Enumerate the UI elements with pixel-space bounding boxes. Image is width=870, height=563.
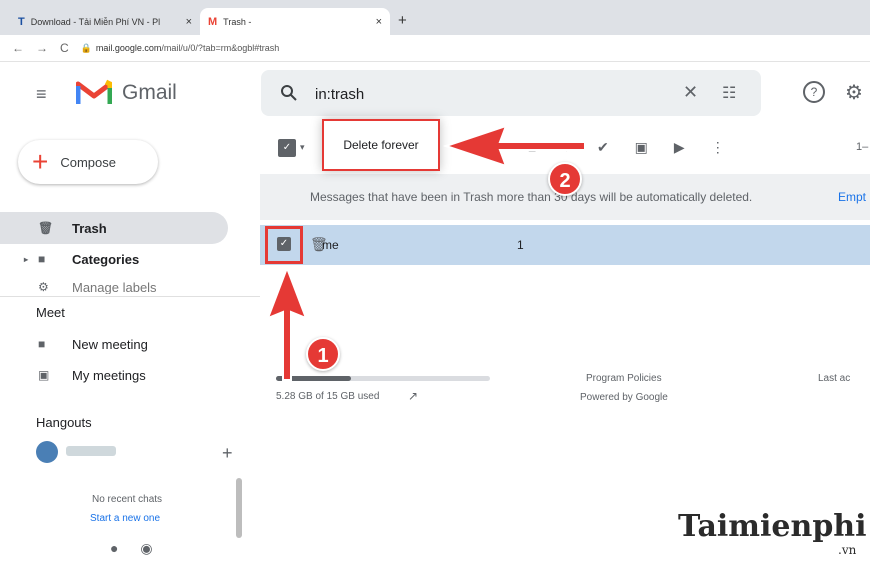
sidebar-item-trash[interactable]: 🗑 Trash xyxy=(0,212,228,244)
label-icon[interactable]: ▶ xyxy=(674,139,685,156)
move-to-icon[interactable]: ▣ xyxy=(635,139,648,156)
snooze-icon[interactable]: ◔ xyxy=(562,139,570,156)
tab-gmail-trash[interactable]: M Trash - × xyxy=(200,8,390,35)
message-count: 1 xyxy=(517,238,524,252)
message-sender: me xyxy=(322,238,339,252)
no-recent-chats-text: No recent chats xyxy=(92,494,163,505)
add-task-icon[interactable]: ✔ xyxy=(597,139,609,156)
sidebar-item-label: New meeting xyxy=(72,336,148,352)
chat-bubble-icon[interactable]: ◉ xyxy=(140,540,152,556)
url-host: mail.google.com xyxy=(95,43,162,53)
table-row[interactable] xyxy=(260,225,870,265)
reload-button[interactable]: C xyxy=(60,41,69,55)
sidebar-item-label: My meetings xyxy=(72,367,146,383)
compose-label: Compose xyxy=(60,154,116,170)
compose-plus-icon: + xyxy=(32,146,49,177)
open-storage-icon[interactable]: ↗ xyxy=(408,389,418,403)
delete-forever-button[interactable]: Delete forever xyxy=(322,119,440,171)
watermark-suffix: .vn xyxy=(838,543,857,557)
sidebar-item-categories[interactable]: ▸ ■ Categories xyxy=(0,243,139,275)
main-menu-icon[interactable]: ≡ xyxy=(36,84,47,105)
address-bar[interactable]: mail.google.com/mail/u/0/?tab=rm&ogbl#tr… xyxy=(96,43,279,53)
gmail-logo-icon xyxy=(76,79,112,104)
bottom-bar: ● ◉ xyxy=(110,540,153,557)
sidebar-item-my-meetings[interactable]: ▣ My meetings xyxy=(0,359,146,391)
select-all-checkbox[interactable]: ✓ xyxy=(278,139,296,157)
step-1-badge: 1 xyxy=(306,337,340,371)
banner-text: Messages that have been in Trash more th… xyxy=(310,190,753,204)
person-icon[interactable]: ● xyxy=(110,540,118,556)
settings-gear-icon[interactable]: ⚙ xyxy=(845,80,863,105)
meet-heading: Meet xyxy=(36,305,65,320)
more-options-icon[interactable]: ⋮ xyxy=(711,139,725,156)
trash-icon: 🗑 xyxy=(38,221,54,235)
app-name: Gmail xyxy=(122,81,177,104)
video-icon: ■ xyxy=(38,337,46,351)
select-dropdown-icon[interactable]: ▾ xyxy=(300,142,305,153)
tab-close-icon[interactable]: × xyxy=(376,16,382,28)
tab-title: Download - Tải Miễn Phí VN - Pl xyxy=(30,16,161,27)
search-input[interactable]: in:trash xyxy=(315,86,364,103)
new-tab-button[interactable]: + xyxy=(398,12,407,29)
sidebar-item-manage-labels[interactable]: ⚙ Manage labels xyxy=(0,280,157,294)
search-icon[interactable] xyxy=(280,84,298,102)
search-options-icon[interactable]: ☷ xyxy=(722,83,736,103)
archive-icon[interactable]: ■ xyxy=(528,139,536,156)
program-policies-link[interactable]: Program Policies xyxy=(586,373,662,384)
tab-favicon: T xyxy=(18,15,25,28)
powered-by-google: Powered by Google xyxy=(580,392,668,403)
back-button[interactable]: ← xyxy=(12,41,24,55)
hangouts-user-name-blurred xyxy=(66,446,116,456)
expand-arrow-icon[interactable]: ▸ xyxy=(24,255,28,264)
sidebar-item-label: Manage labels xyxy=(72,280,157,294)
sidebar-scrollbar[interactable] xyxy=(236,478,242,538)
help-icon[interactable]: ? xyxy=(803,81,825,103)
hangouts-heading: Hangouts xyxy=(36,415,92,430)
avatar[interactable] xyxy=(36,441,58,463)
divider xyxy=(0,296,260,297)
gear-icon: ⚙ xyxy=(38,280,49,294)
tab-close-icon[interactable]: × xyxy=(186,16,192,28)
storage-usage-text: 5.28 GB of 15 GB used xyxy=(276,391,380,402)
checkbox-highlight-box xyxy=(265,226,303,264)
add-chat-button[interactable]: + xyxy=(222,443,233,464)
tab-favicon: M xyxy=(208,15,218,28)
label-icon: ■ xyxy=(38,252,46,266)
compose-button[interactable]: + Compose xyxy=(18,140,158,184)
calendar-icon: ▣ xyxy=(38,368,50,382)
url-path: /mail/u/0/?tab=rm&ogbl#trash xyxy=(161,43,280,53)
sidebar-item-new-meeting[interactable]: ■ New meeting xyxy=(0,328,148,360)
watermark-logo: Taimienphi xyxy=(678,509,867,544)
clear-search-icon[interactable]: ✕ xyxy=(683,82,698,103)
start-new-chat-link[interactable]: Start a new one xyxy=(90,513,160,524)
page-count: 1– xyxy=(856,141,869,153)
step-2-badge: 2 xyxy=(548,162,582,196)
tab-title: Trash - xyxy=(223,16,252,27)
tab-download[interactable]: T Download - Tải Miễn Phí VN - Pl × xyxy=(10,8,200,35)
browser-toolbar: ← → C 🔒 mail.google.com/mail/u/0/?tab=rm… xyxy=(0,35,870,62)
toolbar-icons: ■ ◔ ✔ ▣ ▶ ⋮ xyxy=(528,139,725,156)
sidebar-item-label: Categories xyxy=(72,251,140,267)
forward-button[interactable]: → xyxy=(36,41,48,55)
sidebar-item-label: Trash xyxy=(72,220,107,236)
last-activity-text: Last ac xyxy=(818,373,851,384)
lock-icon: 🔒 xyxy=(80,42,92,53)
empty-trash-link[interactable]: Empt xyxy=(838,190,866,204)
storage-bar-fill xyxy=(276,376,351,381)
